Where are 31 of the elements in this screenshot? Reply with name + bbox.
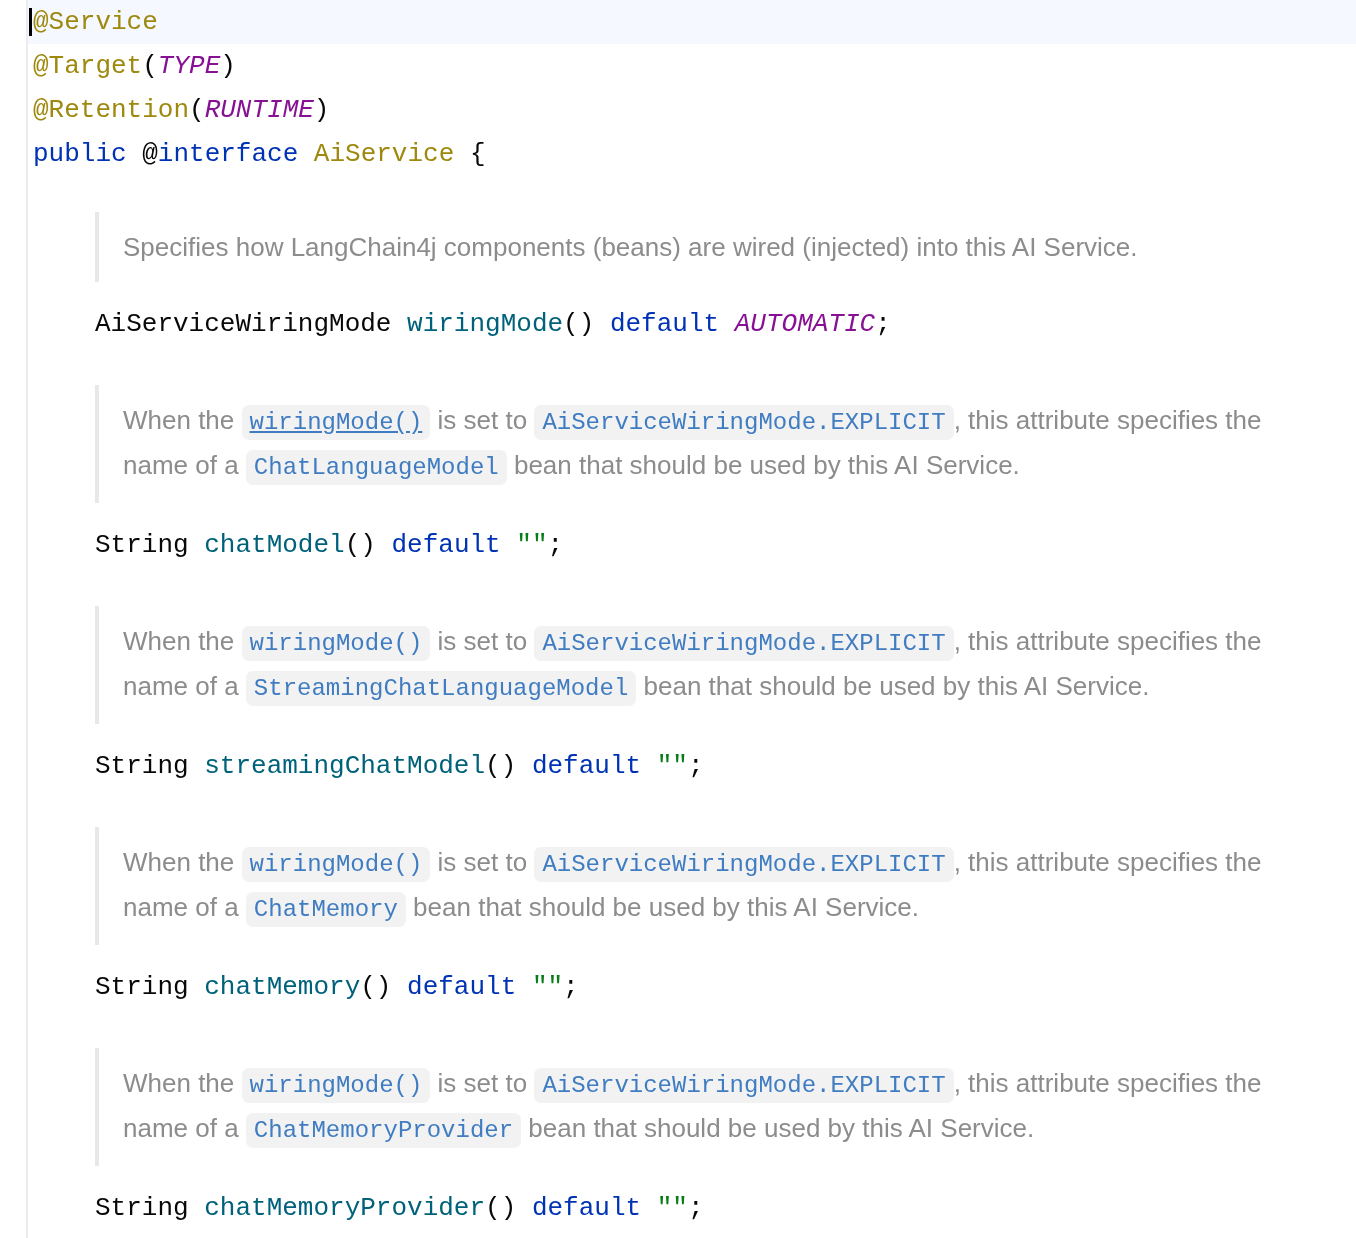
doc-comment-line: When the wiringMode() is set to AiServiceWiringMode.EXPLICIT , this attribute specifies the — [123, 841, 1356, 886]
doc-comment-line: When the wiringMode() is set to AiServiceWiringMode.EXPLICIT , this attribute specifies the — [123, 620, 1356, 665]
code-line: public @interface AiService { — [33, 139, 486, 169]
doc-comment-line: name of a ChatMemoryProvider bean that should be used by this AI Service. — [123, 1107, 1356, 1152]
text-cursor — [29, 8, 32, 36]
doc-comment-line: When the wiringMode() is set to AiServiceWiringMode.EXPLICIT , this attribute specifies the — [123, 399, 1356, 444]
doc-comment-line: When the wiringMode() is set to AiServiceWiringMode.EXPLICIT , this attribute specifies the — [123, 1062, 1356, 1107]
code-link[interactable]: AiServiceWiringMode.EXPLICIT — [534, 1068, 954, 1103]
code-line: String chatMemoryProvider() default ""; — [95, 1193, 704, 1223]
code-link[interactable]: wiringMode() — [241, 1068, 431, 1103]
code-line: @Retention(RUNTIME) — [33, 95, 330, 125]
code-link[interactable]: wiringMode() — [241, 626, 431, 661]
code-line: @Service — [33, 7, 158, 37]
code-line: String streamingChatModel() default ""; — [95, 751, 704, 781]
code-line: AiServiceWiringMode wiringMode() default AUTOMATIC; — [95, 309, 891, 339]
code-link[interactable]: AiServiceWiringMode.EXPLICIT — [534, 405, 954, 440]
code-line: String chatMemory() default ""; — [95, 972, 579, 1002]
code-link[interactable]: StreamingChatLanguageModel — [245, 671, 637, 706]
code-link[interactable]: AiServiceWiringMode.EXPLICIT — [534, 847, 954, 882]
doc-comment-line: name of a ChatLanguageModel bean that should be used by this AI Service. — [123, 444, 1356, 489]
doc-comment-line: name of a ChatMemory bean that should be used by this AI Service. — [123, 886, 1356, 931]
code-line: String chatModel() default ""; — [95, 530, 564, 560]
code-link[interactable]: wiringMode() — [241, 847, 431, 882]
doc-comment-line: Specifies how LangChain4j components (beans) are wired (injected) into this AI Service. — [123, 231, 1139, 264]
code-link[interactable]: ChatMemoryProvider — [245, 1113, 522, 1148]
code-link[interactable]: AiServiceWiringMode.EXPLICIT — [534, 626, 954, 661]
code-link[interactable]: ChatLanguageModel — [245, 450, 507, 485]
code-link[interactable]: ChatMemory — [245, 892, 406, 927]
code-line: @Target(TYPE) — [33, 51, 236, 81]
code-link[interactable]: wiringMode() — [241, 405, 431, 440]
doc-comment-line: name of a StreamingChatLanguageModel bean that should be used by this AI Service. — [123, 665, 1356, 710]
